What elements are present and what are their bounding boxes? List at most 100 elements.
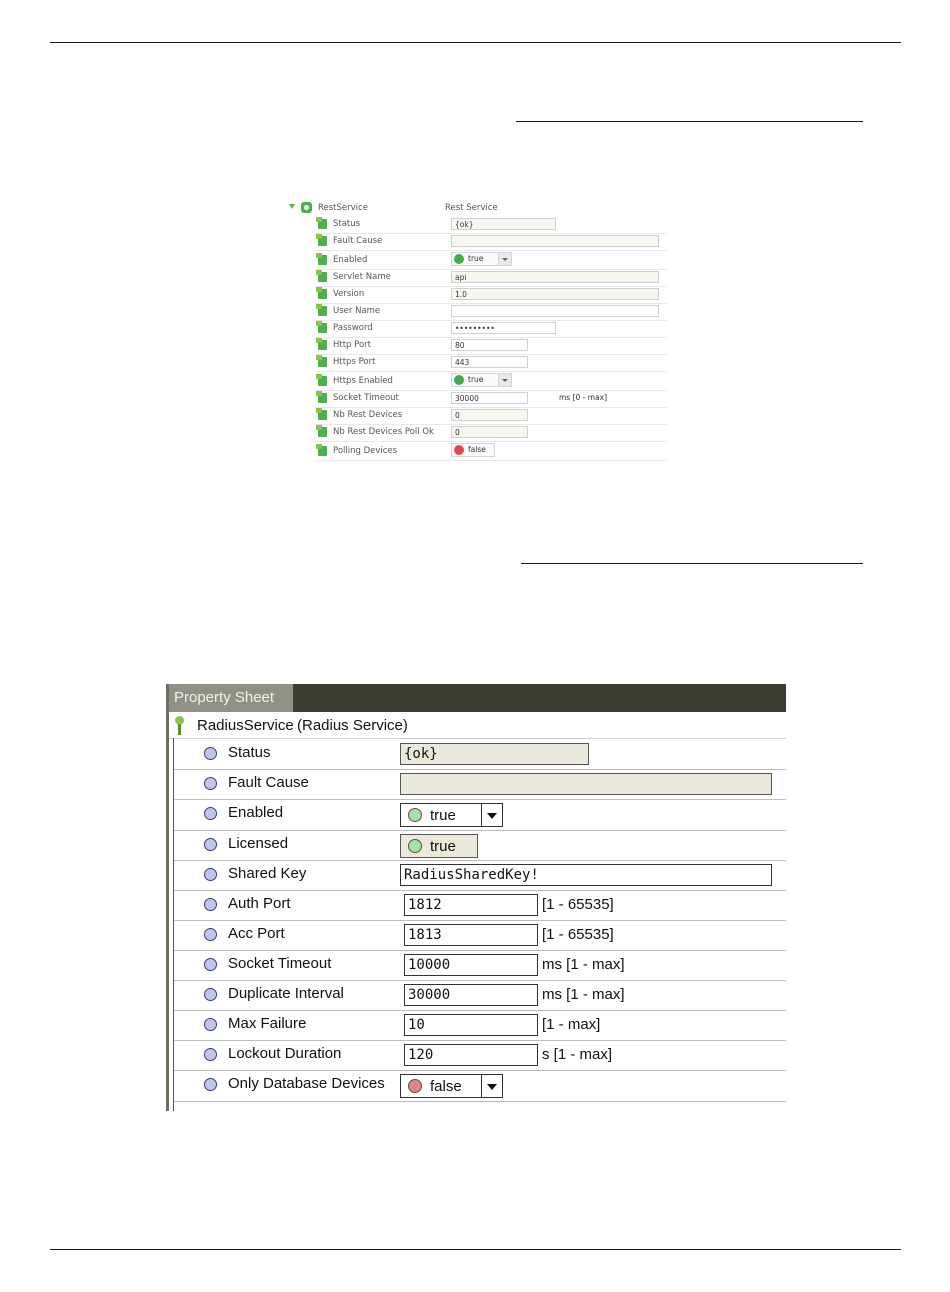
property-label: Lockout Duration	[228, 1045, 342, 1062]
chevron-down-icon[interactable]	[481, 804, 502, 826]
auth-port-input[interactable]: 1812	[404, 894, 538, 916]
indicator-value: true	[430, 838, 456, 855]
ps-row-licensed: Licensed true	[174, 830, 786, 861]
rest-row-http-port: Http Port 80	[315, 337, 667, 355]
servlet-name-input[interactable]: api	[451, 271, 659, 283]
rest-row-user-name: User Name	[315, 303, 667, 321]
acc-port-input[interactable]: 1813	[404, 924, 538, 946]
password-input[interactable]: •••••••••	[451, 322, 556, 334]
dropdown-value: false	[430, 1078, 462, 1095]
status-dot-icon	[454, 445, 464, 455]
radius-root-row[interactable]: RadiusService (Radius Service)	[169, 712, 786, 739]
rest-root-row[interactable]: RestService Rest Service	[287, 201, 667, 215]
socket-timeout-input[interactable]: 10000	[404, 954, 538, 976]
shared-key-input[interactable]: RadiusSharedKey!	[400, 864, 772, 886]
user-name-input[interactable]	[451, 305, 659, 317]
ps-row-auth-port: Auth Port 1812 [1 - 65535]	[174, 890, 786, 921]
slot-icon	[316, 408, 327, 420]
indicator-value: false	[468, 445, 486, 454]
version-input[interactable]: 1.0	[451, 288, 659, 300]
range-label: [1 - max]	[542, 1016, 601, 1033]
ps-row-lockout-duration: Lockout Duration 120 s [1 - max]	[174, 1040, 786, 1071]
property-label: Http Port	[333, 340, 372, 350]
property-label: Nb Rest Devices	[333, 410, 403, 420]
property-label: User Name	[333, 306, 381, 316]
slot-icon	[316, 217, 327, 229]
enabled-dropdown[interactable]: true	[400, 803, 503, 827]
underline-2	[521, 563, 863, 564]
slot-icon	[204, 1078, 217, 1091]
rest-row-polling-devices: Polling Devices false	[315, 441, 667, 461]
slot-icon	[316, 444, 327, 456]
rest-row-fault-cause: Fault Cause	[315, 233, 667, 251]
property-label: Acc Port	[228, 925, 285, 942]
property-label: Auth Port	[228, 895, 291, 912]
slot-icon	[204, 928, 217, 941]
slot-icon	[204, 1048, 217, 1061]
property-label: Enabled	[228, 804, 284, 821]
expand-arrow-icon[interactable]	[289, 204, 295, 209]
status-dot-icon	[408, 808, 422, 822]
status-dot-icon	[454, 375, 464, 385]
property-label: Status	[228, 744, 271, 761]
range-label: [1 - 65535]	[542, 926, 614, 943]
slot-icon	[316, 374, 327, 386]
property-label: Https Enabled	[333, 376, 393, 386]
header-rule	[50, 42, 901, 43]
rest-row-nb-rest-devices-poll-ok: Nb Rest Devices Poll Ok 0	[315, 424, 667, 442]
slot-icon	[316, 338, 327, 350]
ps-row-duplicate-interval: Duplicate Interval 30000 ms [1 - max]	[174, 980, 786, 1011]
ps-row-fault-cause: Fault Cause	[174, 769, 786, 800]
radius-root-display: (Radius Service)	[297, 717, 408, 734]
slot-icon	[204, 777, 217, 790]
range-label: s [1 - max]	[542, 1046, 613, 1063]
property-label: Only Database Devices	[228, 1075, 385, 1092]
fault-cause-field	[400, 773, 772, 795]
enabled-dropdown[interactable]: true	[451, 252, 512, 266]
slot-icon	[316, 304, 327, 316]
socket-timeout-input[interactable]: 30000	[451, 392, 528, 404]
property-label: Fault Cause	[333, 236, 383, 246]
ps-row-enabled: Enabled true	[174, 799, 786, 831]
slot-icon	[204, 898, 217, 911]
only-database-devices-dropdown[interactable]: false	[400, 1074, 503, 1098]
dropdown-value: true	[430, 807, 456, 824]
dropdown-value: true	[468, 254, 484, 263]
property-label: Socket Timeout	[228, 955, 332, 972]
chevron-down-icon[interactable]	[498, 374, 511, 386]
slot-icon	[204, 838, 217, 851]
slot-icon	[316, 425, 327, 437]
property-label: Duplicate Interval	[228, 985, 344, 1002]
http-port-input[interactable]: 80	[451, 339, 528, 351]
range-label: ms [0 - max]	[559, 393, 608, 402]
property-label: Fault Cause	[228, 774, 309, 791]
rest-service-sheet: RestService Rest Service Status {ok} Fau…	[287, 199, 667, 461]
lockout-duration-input[interactable]: 120	[404, 1044, 538, 1066]
slot-icon	[316, 321, 327, 333]
ps-row-status: Status {ok}	[174, 739, 786, 770]
chevron-down-icon[interactable]	[498, 253, 511, 265]
property-label: Shared Key	[228, 865, 307, 882]
status-dot-icon	[454, 254, 464, 264]
ps-row-socket-timeout: Socket Timeout 10000 ms [1 - max]	[174, 950, 786, 981]
rest-row-enabled: Enabled true	[315, 250, 667, 270]
slot-icon	[204, 807, 217, 820]
slot-icon	[204, 988, 217, 1001]
nb-rest-devices-field: 0	[451, 409, 528, 421]
https-port-input[interactable]: 443	[451, 356, 528, 368]
rest-row-servlet-name: Servlet Name api	[315, 269, 667, 287]
rest-row-password: Password •••••••••	[315, 320, 667, 338]
max-failure-input[interactable]: 10	[404, 1014, 538, 1036]
rest-row-status: Status {ok}	[315, 216, 667, 234]
status-dot-icon	[408, 839, 422, 853]
tab-property-sheet[interactable]: Property Sheet	[169, 684, 293, 712]
property-label: Enabled	[333, 255, 368, 265]
https-enabled-dropdown[interactable]: true	[451, 373, 512, 387]
nb-rest-devices-poll-ok-field: 0	[451, 426, 528, 438]
key-icon	[173, 716, 185, 736]
duplicate-interval-input[interactable]: 30000	[404, 984, 538, 1006]
slot-icon	[316, 253, 327, 265]
property-label: Https Port	[333, 357, 376, 367]
range-label: [1 - 65535]	[542, 896, 614, 913]
chevron-down-icon[interactable]	[481, 1075, 502, 1097]
